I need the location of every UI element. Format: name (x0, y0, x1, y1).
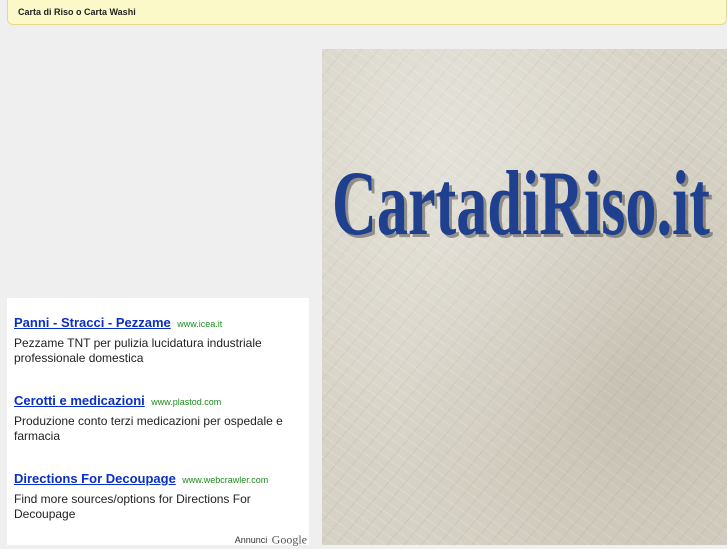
ad-description: Find more sources/options for Directions… (14, 492, 251, 521)
ad-url[interactable]: www.webcrawler.com (182, 475, 268, 485)
ad-description: Produzione conto terzi medicazioni per o… (14, 414, 283, 443)
ad-item: Directions For Decoupage www.webcrawler.… (14, 470, 306, 522)
ad-title-link[interactable]: Directions For Decoupage (14, 471, 176, 486)
ad-url[interactable]: www.icea.it (177, 319, 222, 329)
ad-title-link[interactable]: Cerotti e medicazioni (14, 393, 145, 408)
sponsored-links-panel: Panni - Stracci - Pezzame www.icea.it Pe… (7, 298, 309, 547)
site-logo-text: CartadiRiso.it (332, 152, 710, 251)
top-banner: Carta di Riso o Carta Washi (7, 0, 727, 25)
ad-item: Cerotti e medicazioni www.plastod.com Pr… (14, 392, 306, 444)
google-logo: Google (271, 532, 307, 547)
ads-by-google[interactable]: Annunci Google (234, 531, 307, 547)
ad-description: Pezzame TNT per pulizia lucidatura indus… (14, 336, 262, 365)
hero-image: CartadiRiso.it CartadiRiso.it (322, 49, 727, 545)
site-logo[interactable]: CartadiRiso.it CartadiRiso.it (332, 151, 724, 251)
ad-url[interactable]: www.plastod.com (151, 397, 221, 407)
page-title: Carta di Riso o Carta Washi (18, 7, 136, 17)
ad-item: Panni - Stracci - Pezzame www.icea.it Pe… (14, 314, 306, 366)
ad-title-link[interactable]: Panni - Stracci - Pezzame (14, 315, 171, 330)
ads-label: Annunci (234, 534, 268, 545)
